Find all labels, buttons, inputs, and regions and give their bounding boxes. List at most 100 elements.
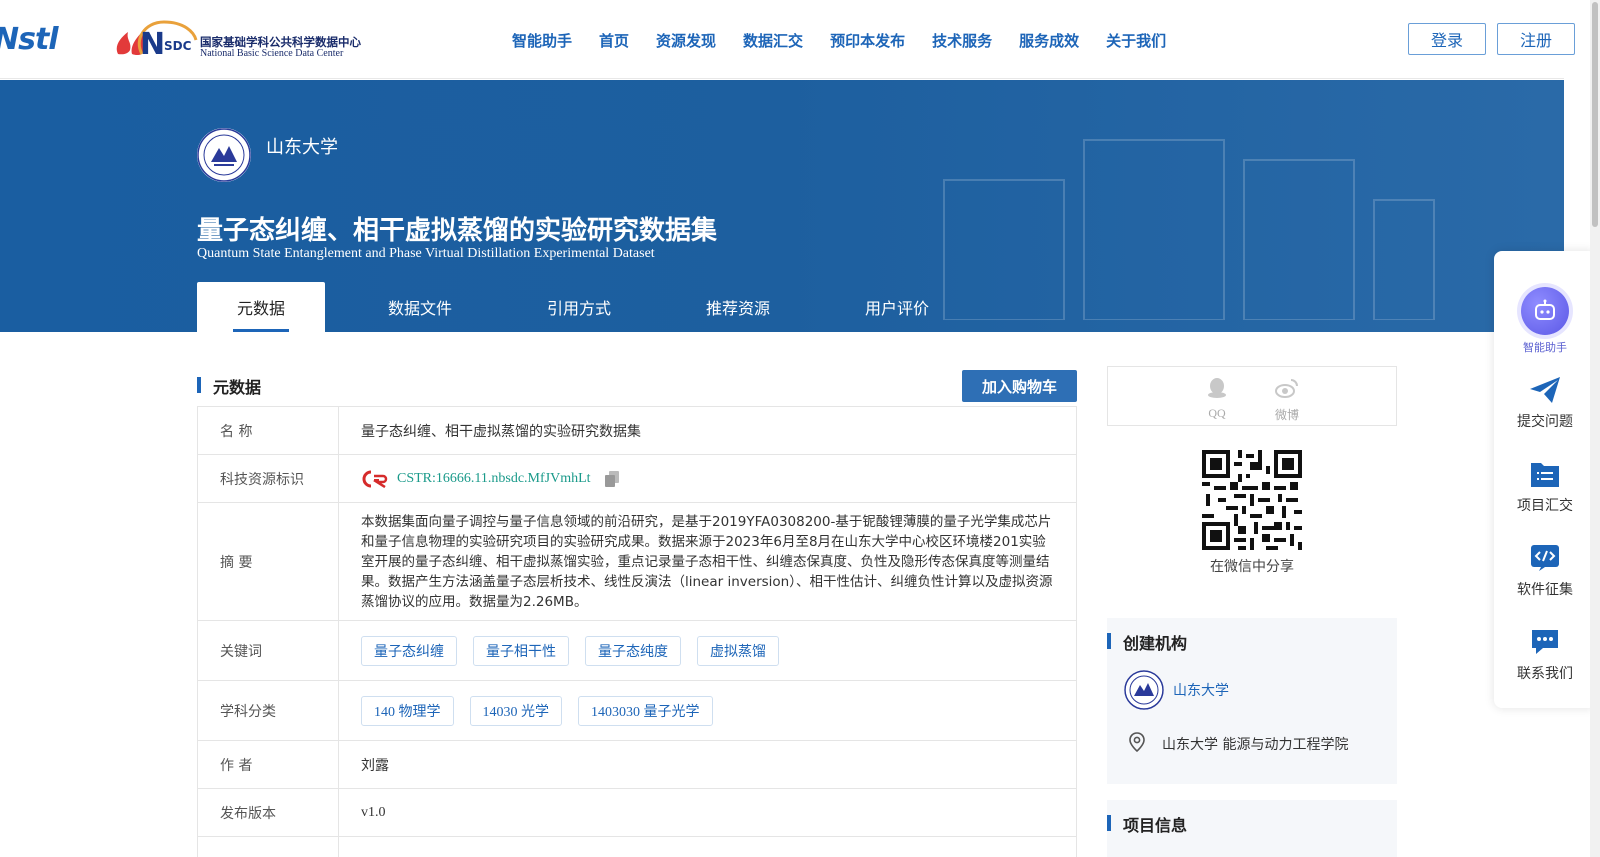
keyword-tag[interactable]: 量子相干性	[473, 635, 569, 666]
nsdc-name-en: National Basic Science Data Center	[200, 48, 344, 59]
subject-cell: 140 物理学 14030 光学 1403030 量子光学	[339, 681, 1076, 740]
org-location: 山东大学 能源与动力工程学院	[1162, 737, 1349, 753]
table-row: 名 称 量子态纠缠、相干虚拟蒸馏的实验研究数据集	[197, 407, 1077, 455]
table-row: 学科分类 140 物理学 14030 光学 1403030 量子光学	[197, 681, 1077, 741]
qq-icon	[1208, 378, 1226, 398]
float-software-label: 软件征集	[1517, 582, 1573, 598]
dataset-tabs: 元数据 数据文件 引用方式 推荐资源 用户评价	[197, 282, 992, 332]
keyword-tag[interactable]: 量子态纯度	[585, 635, 681, 666]
nav-service-results[interactable]: 服务成效	[1019, 30, 1079, 51]
cstr-logo-icon	[362, 470, 388, 488]
float-contact-label: 联系我们	[1517, 666, 1573, 682]
project-info-panel: 项目信息	[1107, 800, 1397, 857]
float-project-label: 项目汇交	[1517, 498, 1573, 514]
scrollbar-thumb[interactable]	[1592, 2, 1598, 227]
qq-label: QQ	[1208, 406, 1226, 420]
nav-data-submission[interactable]: 数据汇交	[743, 30, 803, 51]
add-to-cart-button[interactable]: 加入购物车	[962, 370, 1077, 402]
tab-reviews[interactable]: 用户评价	[833, 282, 961, 332]
name-label: 名 称	[198, 407, 339, 454]
subject-tag[interactable]: 1403030 量子光学	[578, 695, 713, 726]
panel-title: 创建机构	[1123, 634, 1188, 653]
table-row: 关键词 量子态纠缠 量子相干性 量子态纯度 虚拟蒸馏	[197, 621, 1077, 681]
site-header: Nstl N SDC 国家基础学科公共科学数据中心 National Basic…	[0, 0, 1575, 79]
hero-background-decoration	[943, 139, 1435, 320]
nav-preprint[interactable]: 预印本发布	[830, 30, 905, 51]
panel-accent-bar	[1107, 633, 1111, 649]
dataset-title-en: Quantum State Entanglement and Phase Vir…	[197, 246, 655, 261]
panel-title: 项目信息	[1123, 816, 1188, 835]
share-weibo[interactable]: 微博	[1267, 377, 1307, 423]
nav-home[interactable]: 首页	[599, 30, 629, 51]
table-row	[197, 837, 1077, 857]
version-value: v1.0	[361, 804, 386, 820]
university-emblem-icon	[197, 128, 251, 182]
org-name-link[interactable]: 山东大学	[1173, 680, 1229, 700]
abstract-value: 本数据集面向量子调控与量子信息领域的前沿研究，是基于2019YFA0308200…	[361, 513, 1053, 610]
metadata-table: 名 称 量子态纠缠、相干虚拟蒸馏的实验研究数据集 科技资源标识 CSTR:166…	[197, 406, 1077, 857]
chat-bubble-icon	[1532, 630, 1558, 654]
weibo-icon	[1275, 379, 1298, 398]
float-ai-label: 智能助手	[1523, 341, 1567, 354]
name-value: 量子态纠缠、相干虚拟蒸馏的实验研究数据集	[361, 423, 641, 440]
wechat-qr-code-icon	[1202, 450, 1302, 550]
paper-plane-icon	[1530, 377, 1560, 403]
wechat-share-label: 在微信中分享	[1210, 559, 1294, 575]
subject-tag[interactable]: 14030 光学	[469, 695, 562, 726]
weibo-label: 微博	[1274, 408, 1299, 422]
author-value: 刘露	[361, 757, 389, 774]
nsdc-logo-icon[interactable]: N SDC	[136, 20, 206, 60]
section-accent-bar	[197, 377, 201, 393]
institution-name[interactable]: 山东大学	[266, 133, 338, 159]
keyword-tag[interactable]: 虚拟蒸馏	[697, 635, 779, 666]
author-label: 作 者	[198, 741, 339, 788]
tab-metadata[interactable]: 元数据	[197, 282, 325, 332]
abstract-label: 摘 要	[198, 503, 339, 620]
svg-text:N: N	[140, 27, 165, 60]
register-button[interactable]: 注册	[1497, 23, 1575, 55]
cstr-identifier-link[interactable]: CSTR:16666.11.nbsdc.MfJVmhLt	[397, 471, 591, 487]
university-emblem-icon	[1124, 670, 1164, 710]
robot-icon	[1521, 287, 1569, 335]
next-row-label	[198, 837, 339, 857]
svg-text:SDC: SDC	[164, 39, 192, 53]
subject-tag[interactable]: 140 物理学	[361, 695, 454, 726]
location-pin-icon	[1129, 732, 1145, 753]
keyword-tag[interactable]: 量子态纠缠	[361, 635, 457, 666]
section-title: 元数据	[213, 378, 262, 397]
id-value-cell: CSTR:16666.11.nbsdc.MfJVmhLt	[339, 455, 1076, 502]
table-row: 科技资源标识 CSTR:16666.11.nbsdc.MfJVmhLt	[197, 455, 1077, 503]
table-row: 发布版本 v1.0	[197, 789, 1077, 837]
version-label: 发布版本	[198, 789, 339, 836]
float-ai-assistant[interactable]: 智能助手	[1494, 287, 1596, 355]
subject-label: 学科分类	[198, 681, 339, 740]
tab-data-files[interactable]: 数据文件	[356, 282, 484, 332]
table-row: 作 者 刘露	[197, 741, 1077, 789]
nav-ai-assistant[interactable]: 智能助手	[512, 30, 572, 51]
id-label: 科技资源标识	[198, 455, 339, 502]
floating-sidebar: 智能助手 提交问题 项目汇交 软件征集 联系我们	[1494, 251, 1596, 708]
login-button[interactable]: 登录	[1408, 23, 1486, 55]
nav-resource-discovery[interactable]: 资源发现	[656, 30, 716, 51]
code-icon	[1531, 545, 1559, 571]
metadata-section-header: 元数据 加入购物车	[197, 370, 1077, 402]
float-submit-question[interactable]: 提交问题	[1494, 375, 1596, 431]
main-nav: 智能助手 首页 资源发现 数据汇交 预印本发布 技术服务 服务成效 关于我们	[512, 30, 1193, 51]
tab-citation[interactable]: 引用方式	[515, 282, 643, 332]
share-qq[interactable]: QQ	[1197, 377, 1237, 421]
share-box: QQ 微博	[1107, 366, 1397, 426]
float-software-collection[interactable]: 软件征集	[1494, 543, 1596, 599]
panel-accent-bar	[1107, 815, 1111, 831]
creating-institution-panel: 创建机构 山东大学 山东大学 能源与动力工程学院	[1107, 618, 1397, 784]
next-row-value	[339, 837, 1076, 857]
tab-recommended[interactable]: 推荐资源	[674, 282, 802, 332]
float-submit-label: 提交问题	[1517, 414, 1573, 430]
float-contact-us[interactable]: 联系我们	[1494, 627, 1596, 683]
nav-about[interactable]: 关于我们	[1106, 30, 1166, 51]
page-scrollbar[interactable]	[1590, 0, 1600, 857]
table-row: 摘 要 本数据集面向量子调控与量子信息领域的前沿研究，是基于2019YFA030…	[197, 503, 1077, 621]
nav-tech-service[interactable]: 技术服务	[932, 30, 992, 51]
float-project-submission[interactable]: 项目汇交	[1494, 459, 1596, 515]
nstl-logo[interactable]: Nstl	[0, 22, 59, 57]
copy-icon[interactable]	[604, 470, 619, 487]
